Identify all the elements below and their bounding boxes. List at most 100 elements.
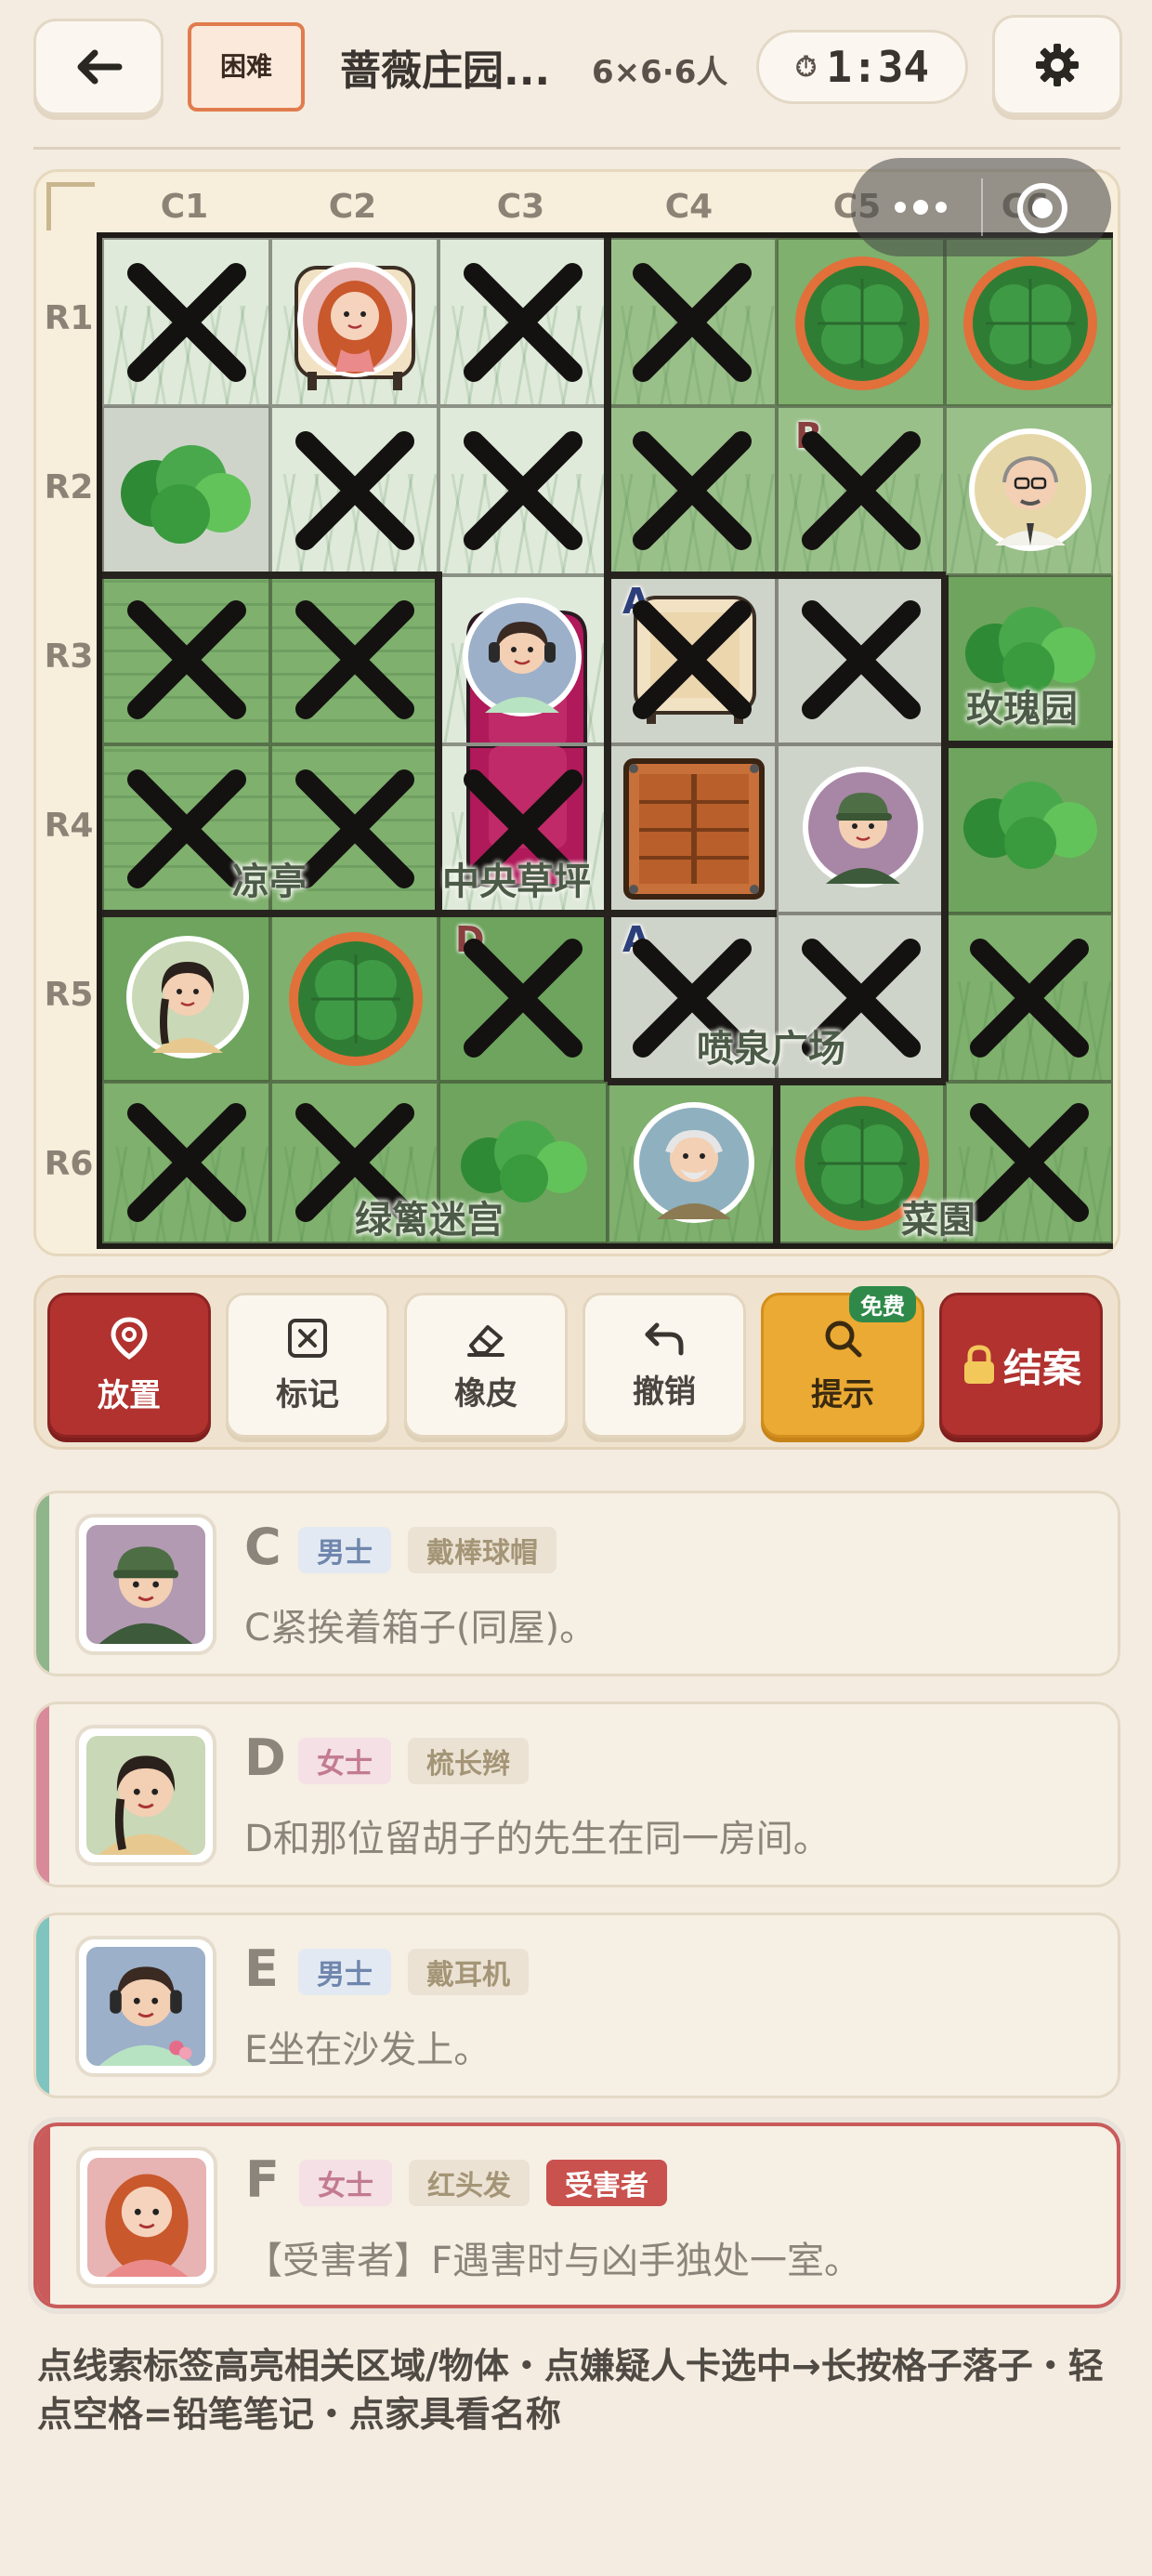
puzzle-page: 困难 蔷薇庄园... 6×6·6人 ⏱ 1:34 C1 C2 C3 C4 C5 (0, 0, 1152, 2576)
cross-mark-icon (295, 1103, 414, 1222)
card-accent-stripe (36, 1704, 49, 1885)
back-button[interactable] (33, 19, 164, 115)
place-button[interactable]: 放置 (47, 1293, 211, 1438)
grid-cell-r1c2[interactable] (270, 238, 439, 406)
flower-pot-icon (795, 1097, 929, 1230)
room-wall (941, 575, 949, 1082)
grid-cell-r6c5[interactable] (777, 1082, 945, 1243)
grid-cell-r2c3[interactable] (439, 406, 608, 575)
trait-tag[interactable]: 梳长辫 (408, 1738, 529, 1784)
grid-cell-r4c6[interactable] (945, 744, 1113, 913)
miniprogram-capsule[interactable] (851, 158, 1111, 256)
grid-cell-r3c6[interactable] (945, 575, 1113, 744)
undo-icon (645, 1322, 684, 1355)
grid-cell-r2c6[interactable] (945, 406, 1113, 575)
grid-cell-r6c1[interactable] (102, 1082, 270, 1243)
grid-cell-r3c5[interactable] (777, 575, 945, 744)
grid-cell-r1c6[interactable] (945, 238, 1113, 406)
column-label: C3 (496, 188, 545, 226)
row-label: R3 (44, 637, 94, 676)
close-case-button[interactable]: 结案 (939, 1293, 1103, 1438)
grid-cell-r6c4[interactable] (608, 1082, 777, 1243)
card-accent-stripe (36, 1915, 49, 2096)
column-label: C2 (328, 188, 377, 226)
grid-cell-r2c4[interactable] (608, 406, 777, 575)
eraser-icon (467, 1324, 504, 1357)
row-label: R4 (44, 807, 94, 845)
headphones-man-avatar-icon (86, 1947, 205, 2066)
grid-size-tag: 6×6·6人 (592, 54, 728, 91)
puzzle-title: 蔷薇庄园... (340, 47, 551, 95)
grid-cell-r1c4[interactable] (608, 238, 777, 406)
grid-cell-r2c2[interactable] (270, 406, 439, 575)
corner-decoration (46, 182, 95, 230)
grid-cell-r5c1[interactable] (102, 913, 270, 1082)
more-menu-icon[interactable] (879, 191, 962, 223)
cross-mark-icon (801, 600, 921, 719)
grid-cell-r4c4[interactable] (608, 744, 777, 913)
difficulty-badge: 困难 (188, 22, 305, 112)
grid-cell-r4c5[interactable] (777, 744, 945, 913)
trait-tag[interactable]: 戴棒球帽 (408, 1527, 556, 1573)
header-divider (33, 147, 1120, 150)
grid-cell-r1c1[interactable] (102, 238, 270, 406)
grid-cell-r3c4[interactable]: A (608, 575, 777, 744)
grid-cell-r4c2[interactable] (270, 744, 439, 913)
grid-cell-r2c5[interactable]: B (777, 406, 945, 575)
suspect-tags: 男士 戴棒球帽 (298, 1527, 556, 1573)
cross-mark-icon (633, 262, 752, 382)
mark-button[interactable]: 标记 (226, 1293, 389, 1438)
puzzle-grid: B (97, 232, 1113, 1249)
hint-button[interactable]: 免费 提示 (761, 1286, 924, 1438)
bush-icon (121, 445, 251, 544)
suspect-card-c[interactable]: C 男士 戴棒球帽 C紧挨着箱子(同屋)。 (33, 1491, 1120, 1676)
grid-cell-r3c2[interactable] (270, 575, 439, 744)
bush-icon (461, 1121, 587, 1203)
suspect-card-e[interactable]: E 男士 戴耳机 E坐在沙发上。 (33, 1912, 1120, 2098)
grid-cell-r1c3[interactable] (439, 238, 608, 406)
trait-tag[interactable]: 戴耳机 (408, 1949, 529, 1995)
cross-mark-icon (969, 938, 1089, 1058)
cross-mark-icon (126, 1103, 246, 1222)
grid-cell-r2c1[interactable] (102, 406, 270, 575)
red-hair-woman-avatar-icon (87, 2158, 206, 2277)
gear-icon (1036, 44, 1079, 86)
grid-cell-r5c4[interactable]: A (608, 913, 777, 1082)
grid-cell-r6c3[interactable] (439, 1082, 608, 1243)
cross-mark-icon (126, 262, 246, 382)
cross-mark-icon (295, 769, 414, 888)
gender-tag[interactable]: 男士 (298, 1949, 391, 1995)
gender-tag[interactable]: 女士 (299, 2160, 392, 2206)
cross-mark-icon (633, 938, 752, 1058)
grid-cell-r3c1[interactable] (102, 575, 270, 744)
victim-tag[interactable]: 受害者 (546, 2160, 667, 2206)
grid-cell-r3c3[interactable] (439, 575, 608, 744)
cross-mark-icon (295, 600, 414, 719)
grid-cell-r4c3[interactable] (439, 744, 608, 913)
grid-cell-r5c2[interactable] (270, 913, 439, 1082)
eraser-button[interactable]: 橡皮 (404, 1293, 568, 1438)
close-miniprogram-icon[interactable] (1015, 180, 1070, 236)
grid-cell-r6c6[interactable] (945, 1082, 1113, 1243)
grid-cell-r5c6[interactable] (945, 913, 1113, 1082)
settings-button[interactable] (992, 15, 1122, 115)
grid-cell-r6c2[interactable] (270, 1082, 439, 1243)
suspect-portrait-headphones-man-icon (463, 598, 582, 716)
trait-tag[interactable]: 红头发 (409, 2160, 530, 2206)
grid-cell-r4c1[interactable] (102, 744, 270, 913)
gender-tag[interactable]: 男士 (298, 1527, 391, 1573)
gender-tag[interactable]: 女士 (298, 1738, 391, 1784)
grid-cell-r1c5[interactable] (777, 238, 945, 406)
suspect-card-d[interactable]: D 女士 梳长辫 D和那位留胡子的先生在同一房间。 (33, 1702, 1120, 1887)
cross-mark-icon (464, 769, 583, 888)
suspect-portrait-old-man-icon (634, 1102, 754, 1223)
suspect-card-f[interactable]: F 女士 红头发 受害者 【受害者】F遇害时与凶手独处一室。 (33, 2123, 1120, 2308)
hint-label: 提示 (811, 1375, 874, 1413)
undo-button[interactable]: 撤销 (583, 1293, 746, 1438)
suspect-portrait-cap-man-icon (803, 767, 923, 887)
cap-man-avatar-icon (86, 1525, 205, 1644)
grid-cell-r5c3[interactable]: D (439, 913, 608, 1082)
grid-cell-r5c5[interactable] (777, 913, 945, 1082)
row-label: R6 (44, 1145, 94, 1183)
flower-pot-icon (795, 256, 929, 390)
